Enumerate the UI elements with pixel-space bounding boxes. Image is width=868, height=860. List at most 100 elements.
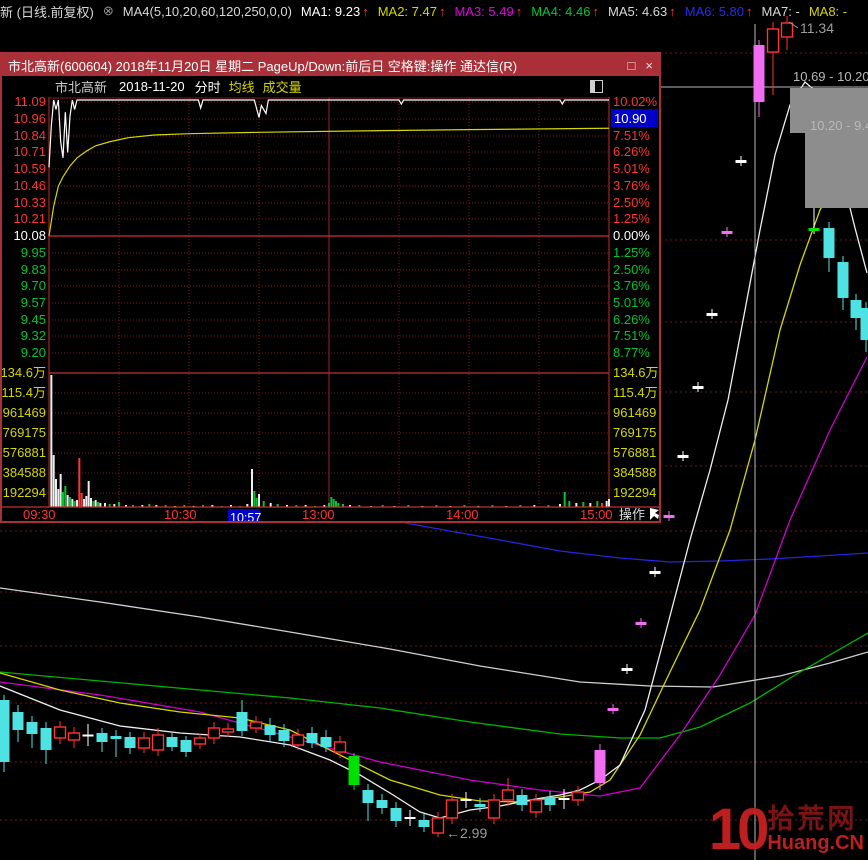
- volume-bar: [564, 492, 566, 507]
- chart-date: 2018-11-20: [119, 79, 185, 94]
- candle: [125, 737, 136, 748]
- percent-tick: 3.76%: [613, 278, 650, 293]
- percent-tick: 1.25%: [613, 245, 650, 260]
- candle: [722, 231, 733, 234]
- price-tick: 9.20: [21, 345, 46, 360]
- topbar-item: 新 (日线.前复权): [0, 2, 94, 21]
- price-tick: 10.84: [13, 128, 46, 143]
- candle: [595, 750, 606, 783]
- volume-tick-left: 384588: [3, 465, 46, 480]
- volume-tick-left: 115.4万: [2, 385, 46, 400]
- price-tick: 10.21: [13, 211, 46, 226]
- volume-bar: [62, 492, 64, 507]
- popup-title: 市北高新(600604) 2018年11月20日 星期二 PageUp/Down…: [8, 56, 517, 75]
- percent-tick: 5.01%: [613, 295, 650, 310]
- maximize-button[interactable]: □: [628, 58, 636, 73]
- avg-line-toggle[interactable]: 均线: [229, 77, 255, 96]
- candle: [391, 808, 402, 821]
- candle-up: [153, 735, 164, 750]
- topbar-item: ⊗: [103, 3, 114, 19]
- candle: [321, 737, 332, 747]
- price-tick: 9.95: [21, 245, 46, 260]
- action-button: 操作: [619, 507, 645, 521]
- page-icon[interactable]: [590, 80, 603, 93]
- candle: [824, 228, 835, 258]
- volume-bar: [335, 501, 337, 507]
- volume-bar: [83, 499, 85, 507]
- close-button[interactable]: ×: [645, 58, 653, 73]
- price-tick: 10.08: [13, 228, 46, 243]
- watermark: 10 拾荒网 Huang.CN: [709, 802, 864, 858]
- volume-bar: [53, 455, 55, 507]
- volume-bar: [90, 498, 92, 507]
- volume-tick-right: 384588: [613, 465, 656, 480]
- percent-tick: 0.00%: [613, 228, 650, 243]
- candle: [608, 708, 619, 711]
- intraday-popup-window[interactable]: 市北高新(600604) 2018年11月20日 星期二 PageUp/Down…: [0, 52, 661, 523]
- topbar-item: MA2: 7.47: [378, 4, 437, 19]
- volume-bar: [50, 375, 52, 507]
- volume-bar: [78, 458, 80, 507]
- percent-tick: 8.77%: [613, 345, 650, 360]
- candle: [237, 712, 248, 731]
- candle: [636, 622, 647, 625]
- candle-up: [768, 29, 779, 52]
- volume-tick-left: 576881: [3, 445, 46, 460]
- volume-bar: [256, 498, 258, 507]
- time-tick: 13:00: [302, 507, 335, 521]
- price-axis-left: 11.0910.9610.8410.7110.5910.4610.3310.21…: [13, 97, 46, 360]
- volume-bar: [60, 474, 62, 507]
- volume-bar: [74, 501, 76, 507]
- price-tick: 9.32: [21, 328, 46, 343]
- candle-up: [293, 735, 304, 745]
- intraday-chart[interactable]: 11.0910.9610.8410.7110.5910.4610.3310.21…: [2, 97, 659, 521]
- volume-bar: [64, 486, 66, 507]
- up-arrow-icon: ↑: [516, 4, 523, 19]
- volume-bar: [251, 469, 253, 507]
- volume-bar: [55, 479, 57, 507]
- candle: [181, 740, 192, 752]
- volume-bar: [258, 494, 260, 507]
- candle: [13, 712, 24, 730]
- volume-bar: [57, 489, 59, 507]
- candle: [809, 228, 820, 231]
- candle: [851, 300, 862, 318]
- candle-up: [782, 23, 793, 37]
- mouse-cursor: [650, 508, 659, 520]
- gap-zone: [805, 133, 868, 208]
- candle-up: [447, 800, 458, 818]
- volume-bar: [88, 481, 90, 507]
- volume-bar: [97, 502, 99, 507]
- candle: [754, 45, 765, 102]
- percent-tick: 6.26%: [613, 144, 650, 159]
- topbar-item: MA4: 4.46: [531, 4, 590, 19]
- topbar-item: MA6: 5.80: [685, 4, 744, 19]
- up-arrow-icon: ↑: [362, 4, 369, 19]
- volume-toggle[interactable]: 成交量: [263, 77, 302, 96]
- candle-up: [503, 790, 514, 800]
- price-tick: 11.09: [14, 97, 46, 109]
- topbar-item: MA8: -: [809, 4, 847, 19]
- candle: [97, 733, 108, 742]
- candle-up: [55, 727, 66, 738]
- candle-up: [489, 800, 500, 818]
- volume-bar: [263, 501, 265, 507]
- price-annotation: 11.34: [800, 20, 834, 36]
- volume-bar: [608, 499, 610, 507]
- candle: [279, 730, 290, 741]
- percent-tick: 5.01%: [613, 161, 650, 176]
- topbar-item: MA5: 4.63: [608, 4, 667, 19]
- volume-tick-right: 115.4万: [613, 385, 658, 400]
- up-arrow-icon: ↑: [592, 4, 599, 19]
- candle: [0, 700, 10, 762]
- popup-titlebar[interactable]: 市北高新(600604) 2018年11月20日 星期二 PageUp/Down…: [2, 54, 659, 76]
- candle: [517, 795, 528, 805]
- candle: [622, 668, 633, 671]
- topbar-item: MA3: 5.49: [454, 4, 513, 19]
- candle: [27, 722, 38, 734]
- volume-bar: [81, 493, 83, 507]
- percent-tick: 1.25%: [613, 211, 650, 226]
- price-tick: 10.96: [13, 111, 46, 126]
- volume-tick-right: 192294: [613, 485, 656, 500]
- mode-label: 分时: [195, 77, 221, 96]
